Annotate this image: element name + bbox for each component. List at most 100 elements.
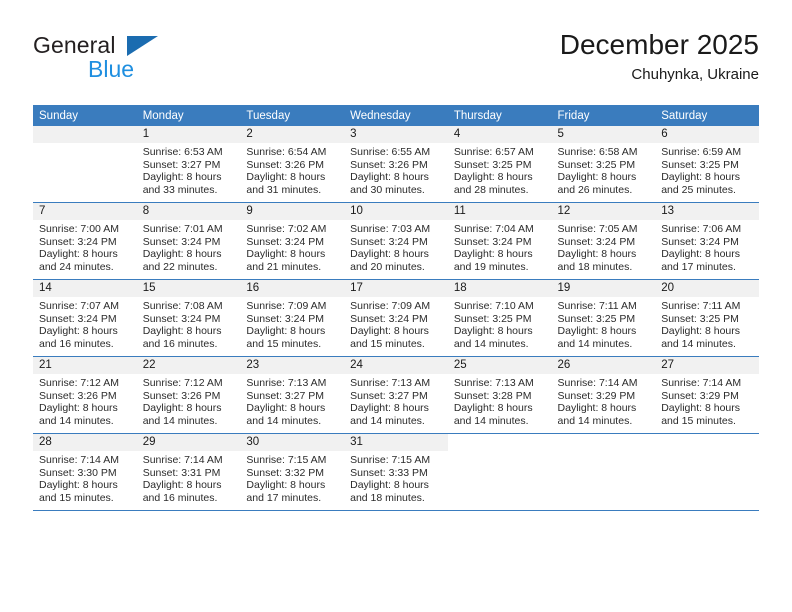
day-cell-12[interactable]: 12 Sunrise: 7:05 AM Sunset: 3:24 PM Dayligh…	[551, 202, 656, 280]
day-number: 27	[655, 357, 759, 374]
day-cell-9[interactable]: 9 Sunrise: 7:02 AM Sunset: 3:24 PM Daylight…	[240, 202, 345, 280]
daylight-text-line1: Daylight: 8 hours	[350, 171, 429, 184]
day-cell-16[interactable]: 16 Sunrise: 7:09 AM Sunset: 3:24 PM Dayligh…	[240, 279, 345, 357]
day-number: 14	[33, 280, 137, 297]
day-cell-inner: 23 Sunrise: 7:13 AM Sunset: 3:27 PM Dayligh…	[240, 357, 345, 433]
day-number: 23	[240, 357, 345, 374]
day-cell-8[interactable]: 8 Sunrise: 7:01 AM Sunset: 3:24 PM Daylight…	[136, 202, 241, 280]
day-cell-inner: 24 Sunrise: 7:13 AM Sunset: 3:27 PM Dayligh…	[344, 357, 448, 433]
calendar-body: 1 Sunrise: 6:53 AM Sunset: 3:27 PM Daylight…	[33, 126, 759, 511]
day-sun-info: Sunrise: 6:59 AM Sunset: 3:25 PM Daylight:…	[655, 143, 759, 196]
day-cell-22[interactable]: 22 Sunrise: 7:12 AM Sunset: 3:26 PM Dayligh…	[136, 356, 241, 434]
daylight-text-line1: Daylight: 8 hours	[557, 402, 637, 415]
day-cell-6[interactable]: 6 Sunrise: 6:59 AM Sunset: 3:25 PM Daylight…	[655, 126, 759, 203]
day-cell-inner	[655, 434, 759, 510]
sunset-text: Sunset: 3:24 PM	[661, 235, 739, 248]
day-cell-29[interactable]: 29 Sunrise: 7:14 AM Sunset: 3:31 PM Dayligh…	[136, 433, 241, 511]
daylight-text-line2: and 22 minutes.	[142, 260, 218, 273]
day-cell-14[interactable]: 14 Sunrise: 7:07 AM Sunset: 3:24 PM Dayligh…	[33, 279, 137, 357]
sunrise-text: Sunrise: 7:14 AM	[557, 377, 638, 389]
day-number: 16	[240, 280, 345, 297]
day-number: 31	[344, 434, 448, 451]
daylight-text-line1: Daylight: 8 hours	[661, 248, 741, 261]
calendar-page: General Blue December 2025 Chuhynka, Ukr…	[0, 0, 792, 612]
day-cell-2[interactable]: 2 Sunrise: 6:54 AM Sunset: 3:26 PM Daylight…	[240, 126, 345, 203]
sunrise-text: Sunrise: 7:10 AM	[453, 300, 534, 312]
day-cell-3[interactable]: 3 Sunrise: 6:55 AM Sunset: 3:26 PM Daylight…	[344, 126, 448, 203]
day-cell-inner	[447, 434, 552, 510]
daylight-text-line2: and 15 minutes.	[661, 414, 736, 427]
day-cell-28[interactable]: 28 Sunrise: 7:14 AM Sunset: 3:30 PM Dayligh…	[33, 433, 137, 511]
day-cell-31[interactable]: 31 Sunrise: 7:15 AM Sunset: 3:33 PM Dayligh…	[344, 433, 448, 511]
day-number: 11	[447, 203, 552, 220]
day-cell-17[interactable]: 17 Sunrise: 7:09 AM Sunset: 3:24 PM Dayligh…	[344, 279, 448, 357]
day-sun-info: Sunrise: 7:06 AM Sunset: 3:24 PM Daylight:…	[655, 220, 759, 273]
daylight-text-line1: Daylight: 8 hours	[39, 479, 118, 492]
daylight-text-line1: Daylight: 8 hours	[661, 325, 741, 338]
sunset-text: Sunset: 3:25 PM	[661, 312, 739, 325]
daylight-text-line2: and 14 minutes.	[557, 414, 633, 427]
sunrise-text: Sunrise: 7:05 AM	[557, 223, 638, 235]
day-cell-30[interactable]: 30 Sunrise: 7:15 AM Sunset: 3:32 PM Dayligh…	[240, 433, 345, 511]
daylight-text-line1: Daylight: 8 hours	[350, 402, 429, 415]
day-cell-4[interactable]: 4 Sunrise: 6:57 AM Sunset: 3:25 PM Daylight…	[447, 126, 552, 203]
day-number: 13	[655, 203, 759, 220]
day-cell-26[interactable]: 26 Sunrise: 7:14 AM Sunset: 3:29 PM Dayligh…	[551, 356, 656, 434]
day-number: 15	[136, 280, 241, 297]
day-cell-20[interactable]: 20 Sunrise: 7:11 AM Sunset: 3:25 PM Dayligh…	[655, 279, 759, 357]
sunset-text: Sunset: 3:24 PM	[350, 312, 428, 325]
day-sun-info: Sunrise: 6:57 AM Sunset: 3:25 PM Daylight:…	[448, 143, 552, 196]
day-number: 6	[655, 126, 759, 143]
page-title: December 2025	[559, 29, 759, 60]
day-cell-inner: 17 Sunrise: 7:09 AM Sunset: 3:24 PM Dayligh…	[344, 280, 448, 356]
day-cell-18[interactable]: 18 Sunrise: 7:10 AM Sunset: 3:25 PM Dayligh…	[447, 279, 552, 357]
sunrise-text: Sunrise: 7:14 AM	[661, 377, 742, 389]
day-cell-19[interactable]: 19 Sunrise: 7:11 AM Sunset: 3:25 PM Dayligh…	[551, 279, 656, 357]
day-cell-inner: 6 Sunrise: 6:59 AM Sunset: 3:25 PM Daylight…	[655, 126, 759, 202]
day-number	[33, 126, 137, 143]
day-sun-info: Sunrise: 6:53 AM Sunset: 3:27 PM Daylight:…	[137, 143, 241, 196]
sunrise-text: Sunrise: 6:53 AM	[142, 146, 223, 158]
day-number: 10	[344, 203, 448, 220]
sunset-text: Sunset: 3:24 PM	[246, 235, 325, 248]
day-sun-info: Sunrise: 7:14 AM Sunset: 3:29 PM Daylight:…	[552, 374, 656, 427]
daylight-text-line1: Daylight: 8 hours	[142, 248, 222, 261]
day-cell-15[interactable]: 15 Sunrise: 7:08 AM Sunset: 3:24 PM Dayligh…	[136, 279, 241, 357]
day-cell-10[interactable]: 10 Sunrise: 7:03 AM Sunset: 3:24 PM Dayligh…	[344, 202, 448, 280]
day-sun-info: Sunrise: 7:12 AM Sunset: 3:26 PM Daylight:…	[137, 374, 241, 427]
sunrise-text: Sunrise: 7:01 AM	[142, 223, 223, 235]
day-cell-21[interactable]: 21 Sunrise: 7:12 AM Sunset: 3:26 PM Dayligh…	[33, 356, 137, 434]
daylight-text-line1: Daylight: 8 hours	[557, 171, 637, 184]
title-block: December 2025 Chuhynka, Ukraine	[560, 28, 759, 86]
sunrise-text: Sunrise: 7:13 AM	[350, 377, 431, 389]
day-number: 9	[240, 203, 345, 220]
daylight-text-line2: and 31 minutes.	[246, 183, 322, 196]
calendar-week-row: 21 Sunrise: 7:12 AM Sunset: 3:26 PM Dayligh…	[33, 356, 759, 434]
day-cell-1[interactable]: 1 Sunrise: 6:53 AM Sunset: 3:27 PM Daylight…	[136, 126, 241, 203]
daylight-text-line2: and 18 minutes.	[557, 260, 633, 273]
day-cell-7[interactable]: 7 Sunrise: 7:00 AM Sunset: 3:24 PM Daylight…	[33, 202, 137, 280]
day-cell-inner: 18 Sunrise: 7:10 AM Sunset: 3:25 PM Dayligh…	[447, 280, 552, 356]
day-sun-info: Sunrise: 7:15 AM Sunset: 3:33 PM Daylight:…	[344, 451, 448, 504]
day-cell-23[interactable]: 23 Sunrise: 7:13 AM Sunset: 3:27 PM Dayligh…	[240, 356, 345, 434]
day-cell-24[interactable]: 24 Sunrise: 7:13 AM Sunset: 3:27 PM Dayligh…	[344, 356, 448, 434]
general-blue-logo[interactable]: General Blue	[33, 32, 213, 90]
sunrise-text: Sunrise: 7:07 AM	[39, 300, 119, 312]
day-cell-13[interactable]: 13 Sunrise: 7:06 AM Sunset: 3:24 PM Dayligh…	[655, 202, 759, 280]
daylight-text-line2: and 17 minutes.	[246, 491, 322, 504]
day-cell-27[interactable]: 27 Sunrise: 7:14 AM Sunset: 3:29 PM Dayligh…	[655, 356, 759, 434]
day-sun-info: Sunrise: 7:01 AM Sunset: 3:24 PM Daylight:…	[137, 220, 241, 273]
day-cell-25[interactable]: 25 Sunrise: 7:13 AM Sunset: 3:28 PM Dayligh…	[447, 356, 552, 434]
day-sun-info: Sunrise: 7:08 AM Sunset: 3:24 PM Daylight:…	[137, 297, 241, 350]
sunrise-text: Sunrise: 6:59 AM	[661, 146, 742, 158]
daylight-text-line2: and 26 minutes.	[557, 183, 633, 196]
day-cell-5[interactable]: 5 Sunrise: 6:58 AM Sunset: 3:25 PM Daylight…	[551, 126, 656, 203]
day-sun-info: Sunrise: 7:14 AM Sunset: 3:31 PM Daylight:…	[137, 451, 241, 504]
daylight-text-line2: and 21 minutes.	[246, 260, 322, 273]
daylight-text-line1: Daylight: 8 hours	[453, 171, 533, 184]
day-sun-info: Sunrise: 7:02 AM Sunset: 3:24 PM Daylight:…	[240, 220, 344, 273]
day-cell-11[interactable]: 11 Sunrise: 7:04 AM Sunset: 3:24 PM Dayligh…	[447, 202, 552, 280]
sunrise-text: Sunrise: 7:02 AM	[246, 223, 327, 235]
day-number	[655, 434, 759, 451]
daylight-text-line2: and 14 minutes.	[350, 414, 425, 427]
